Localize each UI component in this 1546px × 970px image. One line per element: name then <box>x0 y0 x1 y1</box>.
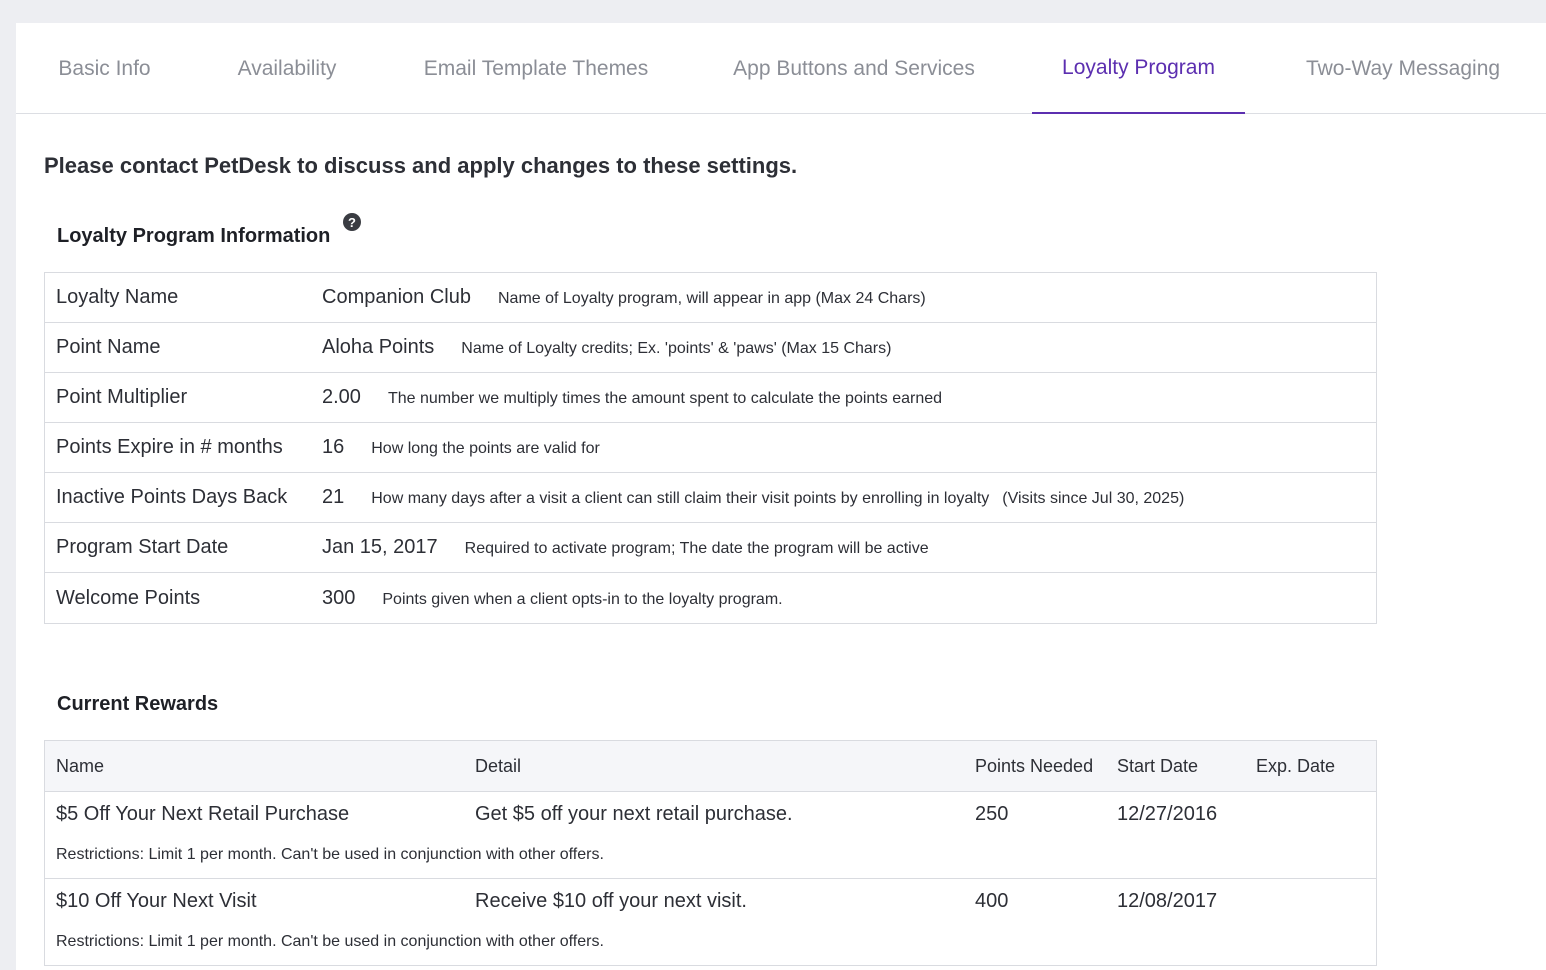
tab-app-buttons-and-services[interactable]: App Buttons and Services <box>691 23 1017 114</box>
info-label: Points Expire in # months <box>56 436 283 458</box>
settings-tabs: Basic Info Availability Email Template T… <box>16 23 1546 114</box>
reward-points-needed: 250 <box>975 803 1009 825</box>
info-value: 21 <box>322 486 345 508</box>
reward-name: $10 Off Your Next Visit <box>56 890 257 912</box>
info-row-program-start-date: Program Start Date Jan 15, 2017 Required… <box>45 523 1376 573</box>
info-value: Aloha Points <box>322 336 435 358</box>
info-hint: Required to activate program; The date t… <box>464 540 929 557</box>
info-value: 300 <box>322 586 356 609</box>
info-row-inactive-points-days-back: Inactive Points Days Back 21 How many da… <box>45 473 1376 523</box>
rewards-table-header: Name Detail Points Needed Start Date Exp… <box>45 741 1376 792</box>
reward-restrictions: Restrictions: Limit 1 per month. Can't b… <box>56 933 604 950</box>
tab-loyalty-program[interactable]: Loyalty Program <box>1032 23 1245 114</box>
info-row-point-multiplier: Point Multiplier 2.00 The number we mult… <box>45 373 1376 423</box>
reward-start-date: 12/27/2016 <box>1117 803 1218 825</box>
reward-start-date: 12/08/2017 <box>1117 890 1218 912</box>
info-label: Loyalty Name <box>56 286 179 308</box>
info-label: Point Name <box>56 336 161 358</box>
info-hint: Name of Loyalty program, will appear in … <box>497 290 926 307</box>
info-row-loyalty-name: Loyalty Name Companion Club Name of Loya… <box>45 273 1376 323</box>
reward-row[interactable]: $5 Off Your Next Retail Purchase Get $5 … <box>45 792 1376 879</box>
info-value: Companion Club <box>322 286 471 308</box>
column-header-detail: Detail <box>475 756 522 776</box>
reward-row[interactable]: $10 Off Your Next Visit Receive $10 off … <box>45 879 1376 966</box>
info-value: 16 <box>322 436 345 458</box>
info-value: 2.00 <box>322 386 361 408</box>
column-header-start-date: Start Date <box>1117 756 1199 776</box>
reward-detail: Get $5 off your next retail purchase. <box>475 803 793 825</box>
info-value: Jan 15, 2017 <box>322 536 438 558</box>
column-header-exp-date: Exp. Date <box>1256 756 1336 776</box>
visits-since-note: (Visits since Jul 30, 2025) <box>1002 490 1185 507</box>
info-label: Inactive Points Days Back <box>56 486 288 508</box>
loyalty-info-table: Loyalty Name Companion Club Name of Loya… <box>44 272 1377 624</box>
column-header-name: Name <box>56 756 105 776</box>
tab-email-template-themes[interactable]: Email Template Themes <box>381 23 691 114</box>
info-row-points-expire: Points Expire in # months 16 How long th… <box>45 423 1376 473</box>
column-header-points-needed: Points Needed <box>975 756 1094 776</box>
info-row-welcome-points: Welcome Points 300 Points given when a c… <box>45 573 1376 623</box>
info-label: Welcome Points <box>56 586 201 609</box>
current-rewards-title: Current Rewards <box>57 693 219 715</box>
info-label: Program Start Date <box>56 536 229 558</box>
tab-basic-info[interactable]: Basic Info <box>16 23 193 114</box>
info-row-point-name: Point Name Aloha Points Name of Loyalty … <box>45 323 1376 373</box>
info-label: Point Multiplier <box>56 386 188 408</box>
info-hint: Points given when a client opts-in to th… <box>382 590 783 608</box>
reward-name: $5 Off Your Next Retail Purchase <box>56 803 350 825</box>
tab-availability[interactable]: Availability <box>193 23 381 114</box>
question-circle-icon[interactable]: ? <box>343 213 361 231</box>
contact-notice: Please contact PetDesk to discuss and ap… <box>44 153 798 178</box>
loyalty-info-title: Loyalty Program Information <box>57 225 331 247</box>
rewards-table: Name Detail Points Needed Start Date Exp… <box>44 740 1377 966</box>
info-hint: How many days after a visit a client can… <box>371 490 990 507</box>
tab-two-way-messaging[interactable]: Two-Way Messaging <box>1276 23 1530 114</box>
info-hint: The number we multiply times the amount … <box>387 390 943 407</box>
reward-detail: Receive $10 off your next visit. <box>475 890 747 912</box>
reward-points-needed: 400 <box>975 890 1009 912</box>
reward-restrictions: Restrictions: Limit 1 per month. Can't b… <box>56 846 604 863</box>
info-hint: How long the points are valid for <box>371 440 600 457</box>
settings-card: Basic Info Availability Email Template T… <box>16 23 1546 970</box>
info-hint: Name of Loyalty credits; Ex. 'points' & … <box>461 340 892 357</box>
